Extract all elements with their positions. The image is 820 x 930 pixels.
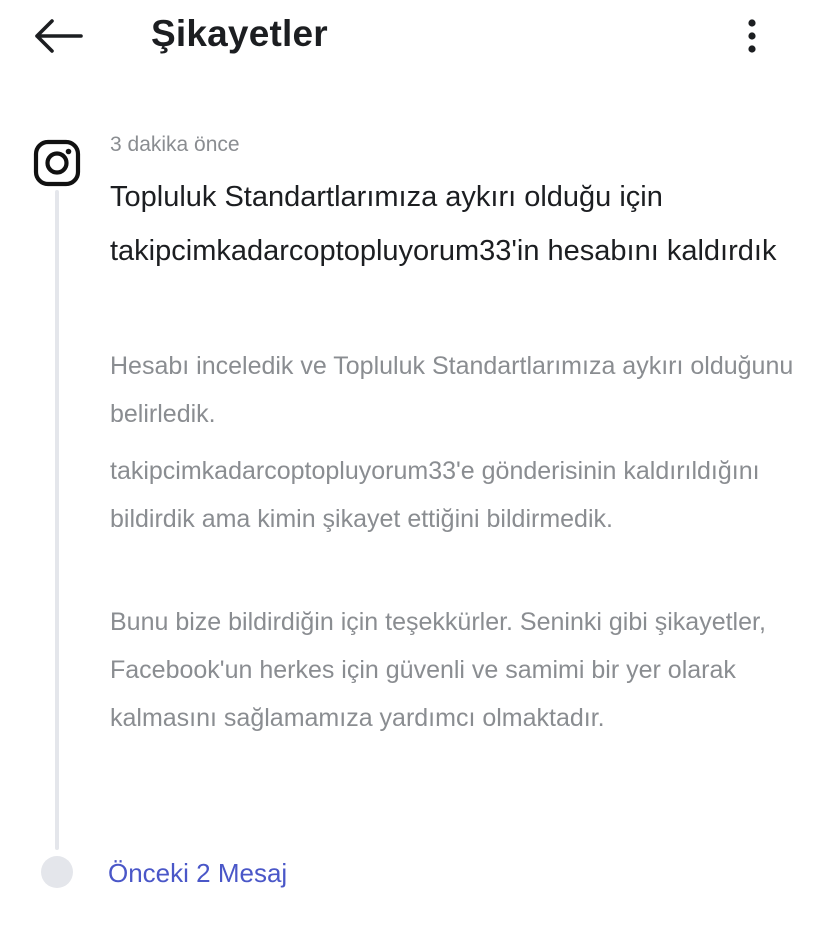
top-bar: Şikayetler <box>0 0 820 80</box>
notification-title: Topluluk Standartlarımıza aykırı olduğu … <box>110 181 777 267</box>
notification-paragraph: Bunu bize bildirdiğin için teşekkürler. … <box>110 608 766 732</box>
more-options-button[interactable] <box>730 12 774 60</box>
more-vertical-icon <box>748 19 756 53</box>
notification-paragraph: Hesabı inceledik ve Topluluk Standartlar… <box>110 352 794 428</box>
previous-messages-link[interactable]: Önceki 2 Mesaj <box>108 855 287 891</box>
notification-paragraph: takipcimkadarcoptopluyorum33'e gönderisi… <box>110 457 760 533</box>
page-title: Şikayetler <box>151 13 328 54</box>
back-button[interactable] <box>30 12 86 60</box>
instagram-icon <box>32 138 82 188</box>
arrow-left-icon <box>35 19 83 53</box>
notification-timestamp: 3 dakika önce <box>110 133 240 156</box>
timeline-dot <box>41 856 73 888</box>
timeline-line <box>55 190 59 850</box>
